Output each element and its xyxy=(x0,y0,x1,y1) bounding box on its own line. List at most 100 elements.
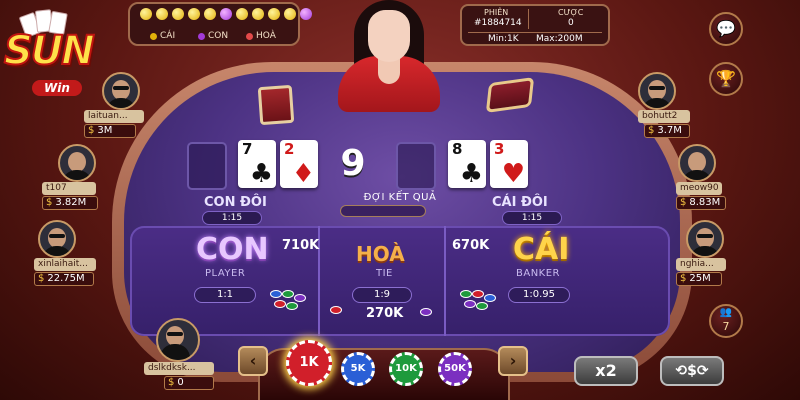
road-dot-yellow xyxy=(268,8,280,20)
trophy-icon: 🏆 xyxy=(716,69,736,88)
avatar xyxy=(38,220,76,258)
player-balance: $25M xyxy=(676,272,722,286)
users-icon: 👥 xyxy=(719,307,733,318)
chip-1k[interactable]: 1K xyxy=(286,340,332,386)
player-name: meow90 xyxy=(676,182,722,195)
avatar xyxy=(686,220,724,258)
con-doi-ratio: 1:15 xyxy=(202,211,262,225)
bet-cai-sub: BANKER xyxy=(516,268,561,279)
chevron-right-icon: › xyxy=(509,351,517,370)
cuoc-value: 0 xyxy=(568,18,574,28)
player-balance: $8.83M xyxy=(676,196,726,210)
cuoc-label: CƯỢC xyxy=(558,8,584,17)
road-dot-purple xyxy=(300,8,312,20)
player-balance: $3.7M xyxy=(644,124,690,138)
bet-hoa-label[interactable]: HOÀ xyxy=(356,242,405,266)
player-balance: $22.75M xyxy=(34,272,94,286)
bet-cai-ratio: 1:0.95 xyxy=(508,287,570,303)
bet-hoa-sub: TIE xyxy=(376,268,393,279)
chip-prev-button[interactable]: ‹ xyxy=(238,346,268,376)
bet-con-label[interactable]: CON xyxy=(196,232,269,267)
road-dot-purple xyxy=(220,8,232,20)
min-value: 1K xyxy=(507,34,519,44)
legend-dot-hoa xyxy=(246,32,253,40)
card-deck-left xyxy=(257,84,295,126)
avatar xyxy=(638,72,676,110)
legend-con: CON xyxy=(198,31,228,41)
double-bet-button[interactable]: x2 xyxy=(574,356,638,386)
self-player-name: dslkdksk... xyxy=(144,362,214,375)
cai-doi-ratio: 1:15 xyxy=(502,211,562,225)
chip-stack-con xyxy=(268,290,308,314)
road-dot-yellow xyxy=(204,8,216,20)
session-info-panel: PHIÊN #1884714 CƯỢC 0 Min:1K Max:200M xyxy=(460,4,610,46)
player-name: xinlaihait... xyxy=(34,258,96,271)
road-dot-yellow xyxy=(236,8,248,20)
player-card-slot-3 xyxy=(187,142,227,190)
legend-dot-cai xyxy=(150,32,157,40)
min-label: Min: xyxy=(488,34,508,44)
bet-cai-label[interactable]: CÁI xyxy=(513,232,569,267)
chat-button[interactable]: 💬 xyxy=(709,12,743,46)
player-seat-left-1[interactable]: laituan... $3M xyxy=(80,72,162,138)
road-dot-yellow xyxy=(140,8,152,20)
banker-card: 3 ♥ xyxy=(490,140,528,188)
road-dot-yellow xyxy=(188,8,200,20)
result-score: 9 xyxy=(340,143,366,184)
bet-hoa-ratio: 1:9 xyxy=(352,287,412,303)
player-balance: $3M xyxy=(84,124,136,138)
player-name: nghia... xyxy=(676,258,726,271)
player-card: 7 ♣ xyxy=(238,140,276,188)
chip-10k[interactable]: 10K xyxy=(389,352,423,386)
bet-con-ratio: 1:1 xyxy=(194,287,256,303)
banker-card: 8 ♣ xyxy=(448,140,486,188)
player-seat-right-1[interactable]: bohutt2 $3.7M xyxy=(636,72,718,138)
legend-hoa: HOÀ xyxy=(246,31,276,41)
chevron-left-icon: ‹ xyxy=(249,351,257,370)
bet-cai-amount: 670K xyxy=(452,238,490,253)
avatar xyxy=(58,144,96,182)
online-users-button[interactable]: 👥 7 xyxy=(709,304,743,338)
road-dot-yellow xyxy=(172,8,184,20)
max-label: Max: xyxy=(536,34,558,44)
status-label: ĐỢI KẾT QUẢ xyxy=(363,192,437,203)
chat-icon: 💬 xyxy=(716,19,736,38)
chip-stack-hoa xyxy=(330,306,432,330)
avatar xyxy=(156,318,200,362)
phien-value: #1884714 xyxy=(474,18,522,28)
con-doi-label[interactable]: CON ĐÔI xyxy=(204,195,267,210)
player-seat-left-2[interactable]: t107 $3.82M xyxy=(38,144,120,210)
phien-label: PHIÊN xyxy=(484,8,509,17)
chip-5k[interactable]: 5K xyxy=(341,352,375,386)
legend-dot-con xyxy=(198,32,205,40)
player-seat-right-3[interactable]: nghia... $25M xyxy=(676,220,758,286)
chip-50k[interactable]: 50K xyxy=(438,352,472,386)
player-balance: $3.82M xyxy=(42,196,98,210)
online-count: 7 xyxy=(722,320,730,333)
max-value: 200M xyxy=(557,34,583,44)
chip-next-button[interactable]: › xyxy=(498,346,528,376)
banker-card-slot-3 xyxy=(396,142,436,190)
road-dot-yellow xyxy=(252,8,264,20)
chip-stack-cai xyxy=(458,290,498,314)
player-name: laituan... xyxy=(84,110,144,123)
avatar xyxy=(102,72,140,110)
rebet-button[interactable]: ⟲$⟳ xyxy=(660,356,724,386)
bet-con-sub: PLAYER xyxy=(205,268,246,279)
road-dot-yellow xyxy=(284,8,296,20)
results-road xyxy=(140,8,312,20)
player-name: bohutt2 xyxy=(638,110,690,123)
cai-doi-label[interactable]: CÁI ĐÔI xyxy=(492,195,548,210)
bet-hoa-amount: 270K xyxy=(366,306,404,321)
self-player-balance: $0 xyxy=(164,376,214,390)
player-seat-right-2[interactable]: meow90 $8.83M xyxy=(676,144,758,210)
dealer xyxy=(334,0,444,112)
countdown-bar xyxy=(340,205,426,217)
player-card: 2 ♦ xyxy=(280,140,318,188)
bet-con-amount: 710K xyxy=(282,238,320,253)
player-name: t107 xyxy=(42,182,96,195)
legend-cai: CÁI xyxy=(150,31,175,41)
player-seat-left-3[interactable]: xinlaihait... $22.75M xyxy=(30,220,112,286)
self-player[interactable]: dslkdksk... $0 xyxy=(144,318,224,390)
avatar xyxy=(678,144,716,182)
